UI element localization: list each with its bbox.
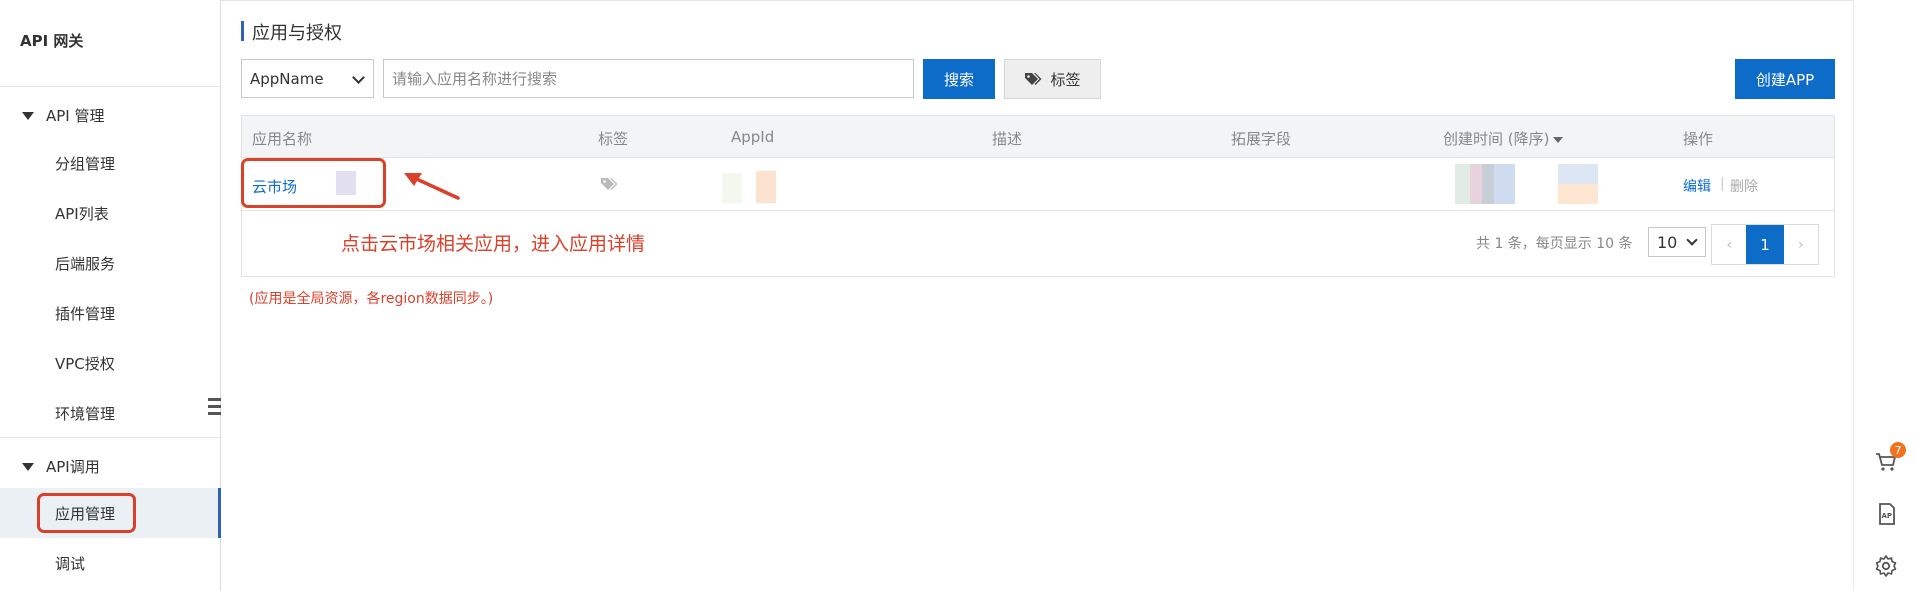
- chevron-down-icon: [352, 71, 365, 84]
- sidebar-item-label: 调试: [55, 554, 86, 573]
- sidebar-item-api-list[interactable]: API列表: [0, 188, 220, 238]
- caret-down-icon: [22, 462, 34, 471]
- column-header-appid: AppId: [731, 128, 775, 146]
- pagination: ‹ 1 ›: [1711, 224, 1819, 265]
- redacted-area: [1558, 164, 1598, 204]
- column-header-label: 创建时间 (降序): [1443, 130, 1550, 148]
- sidebar-item-label: VPC授权: [55, 354, 115, 373]
- column-header-extended-fields: 拓展字段: [1231, 130, 1292, 148]
- column-header-actions: 操作: [1683, 130, 1714, 148]
- redacted-area: [1455, 164, 1515, 204]
- divider: [0, 86, 220, 87]
- sidebar-item-environment-management[interactable]: 环境管理: [0, 388, 220, 438]
- table-row: 云市场 编辑 | 删除: [242, 158, 1834, 211]
- caret-down-icon: [22, 111, 34, 120]
- sidebar-item-label: 环境管理: [55, 404, 116, 423]
- create-app-button[interactable]: 创建APP: [1735, 59, 1835, 99]
- redacted-area: [756, 171, 776, 203]
- sidebar-item-label: 分组管理: [55, 154, 116, 173]
- active-indicator: [218, 488, 221, 538]
- sidebar-item-plugin-management[interactable]: 插件管理: [0, 288, 220, 338]
- prev-page-button[interactable]: ‹: [1712, 225, 1746, 264]
- select-value: AppName: [250, 69, 324, 88]
- page-size-select[interactable]: 10: [1648, 227, 1706, 257]
- sort-desc-icon: [1553, 136, 1564, 143]
- sidebar-item-label: 后端服务: [55, 254, 116, 273]
- top-border: [0, 0, 1916, 1]
- action-separator: |: [1720, 176, 1725, 192]
- api-doc-icon[interactable]: AP: [1874, 502, 1898, 526]
- sidebar-item-label: API列表: [55, 204, 109, 223]
- column-header-app-name: 应用名称: [252, 130, 313, 148]
- tag-icon: [1025, 73, 1042, 85]
- select-value: 10: [1657, 232, 1678, 252]
- annotation-callout-text: 点击云市场相关应用，进入应用详情: [341, 233, 646, 255]
- svg-text:AP: AP: [1882, 512, 1893, 520]
- delete-link[interactable]: 删除: [1730, 176, 1758, 196]
- search-field-select[interactable]: AppName: [241, 59, 374, 98]
- column-header-tags: 标签: [598, 130, 629, 148]
- table-header: 应用名称 标签 AppId 描述 拓展字段 创建时间 (降序) 操作: [242, 116, 1834, 158]
- sidebar-item-backend-services[interactable]: 后端服务: [0, 238, 220, 288]
- search-input[interactable]: [383, 59, 914, 98]
- title-accent-bar: [241, 21, 244, 41]
- gear-icon[interactable]: [1874, 554, 1898, 578]
- annotation-arrow-icon: [404, 173, 460, 200]
- tag-icon: [601, 178, 618, 190]
- edit-link[interactable]: 编辑: [1683, 176, 1711, 196]
- pagination-total: 共 1 条，每页显示 10 条: [1476, 236, 1633, 252]
- nav-group-api-management[interactable]: API 管理: [22, 105, 105, 126]
- tag-button-label: 标签: [1050, 70, 1081, 89]
- sidebar-item-vpc-authorization[interactable]: VPC授权: [0, 338, 220, 388]
- annotation-highlight-box: [37, 493, 136, 533]
- nav-group-api-invocation[interactable]: API调用: [22, 456, 100, 477]
- chevron-down-icon: [1686, 234, 1698, 246]
- page-button[interactable]: 1: [1746, 225, 1784, 264]
- tag-button[interactable]: 标签: [1004, 59, 1101, 99]
- annotation-highlight-box: [241, 158, 386, 208]
- sidebar-item-label: 插件管理: [55, 304, 116, 323]
- brand-title: API 网关: [20, 32, 84, 50]
- sidebar-item-debug[interactable]: 调试: [0, 538, 220, 588]
- divider: [0, 437, 220, 438]
- sidebar-collapse-icon[interactable]: [205, 393, 223, 419]
- nav-group-label: API调用: [46, 458, 100, 476]
- nav-group-label: API 管理: [46, 107, 105, 125]
- next-page-button[interactable]: ›: [1784, 225, 1818, 264]
- right-toolbar: AP: [1853, 0, 1916, 591]
- column-header-description: 描述: [992, 130, 1023, 148]
- sidebar-item-group-management[interactable]: 分组管理: [0, 138, 220, 188]
- search-button[interactable]: 搜索: [923, 59, 995, 99]
- page-title: 应用与授权: [252, 23, 342, 44]
- cart-badge: 7: [1890, 442, 1906, 458]
- redacted-area: [722, 173, 742, 203]
- annotation-note-text: (应用是全局资源，各region数据同步。): [249, 291, 494, 307]
- column-header-created-time[interactable]: 创建时间 (降序): [1443, 128, 1564, 149]
